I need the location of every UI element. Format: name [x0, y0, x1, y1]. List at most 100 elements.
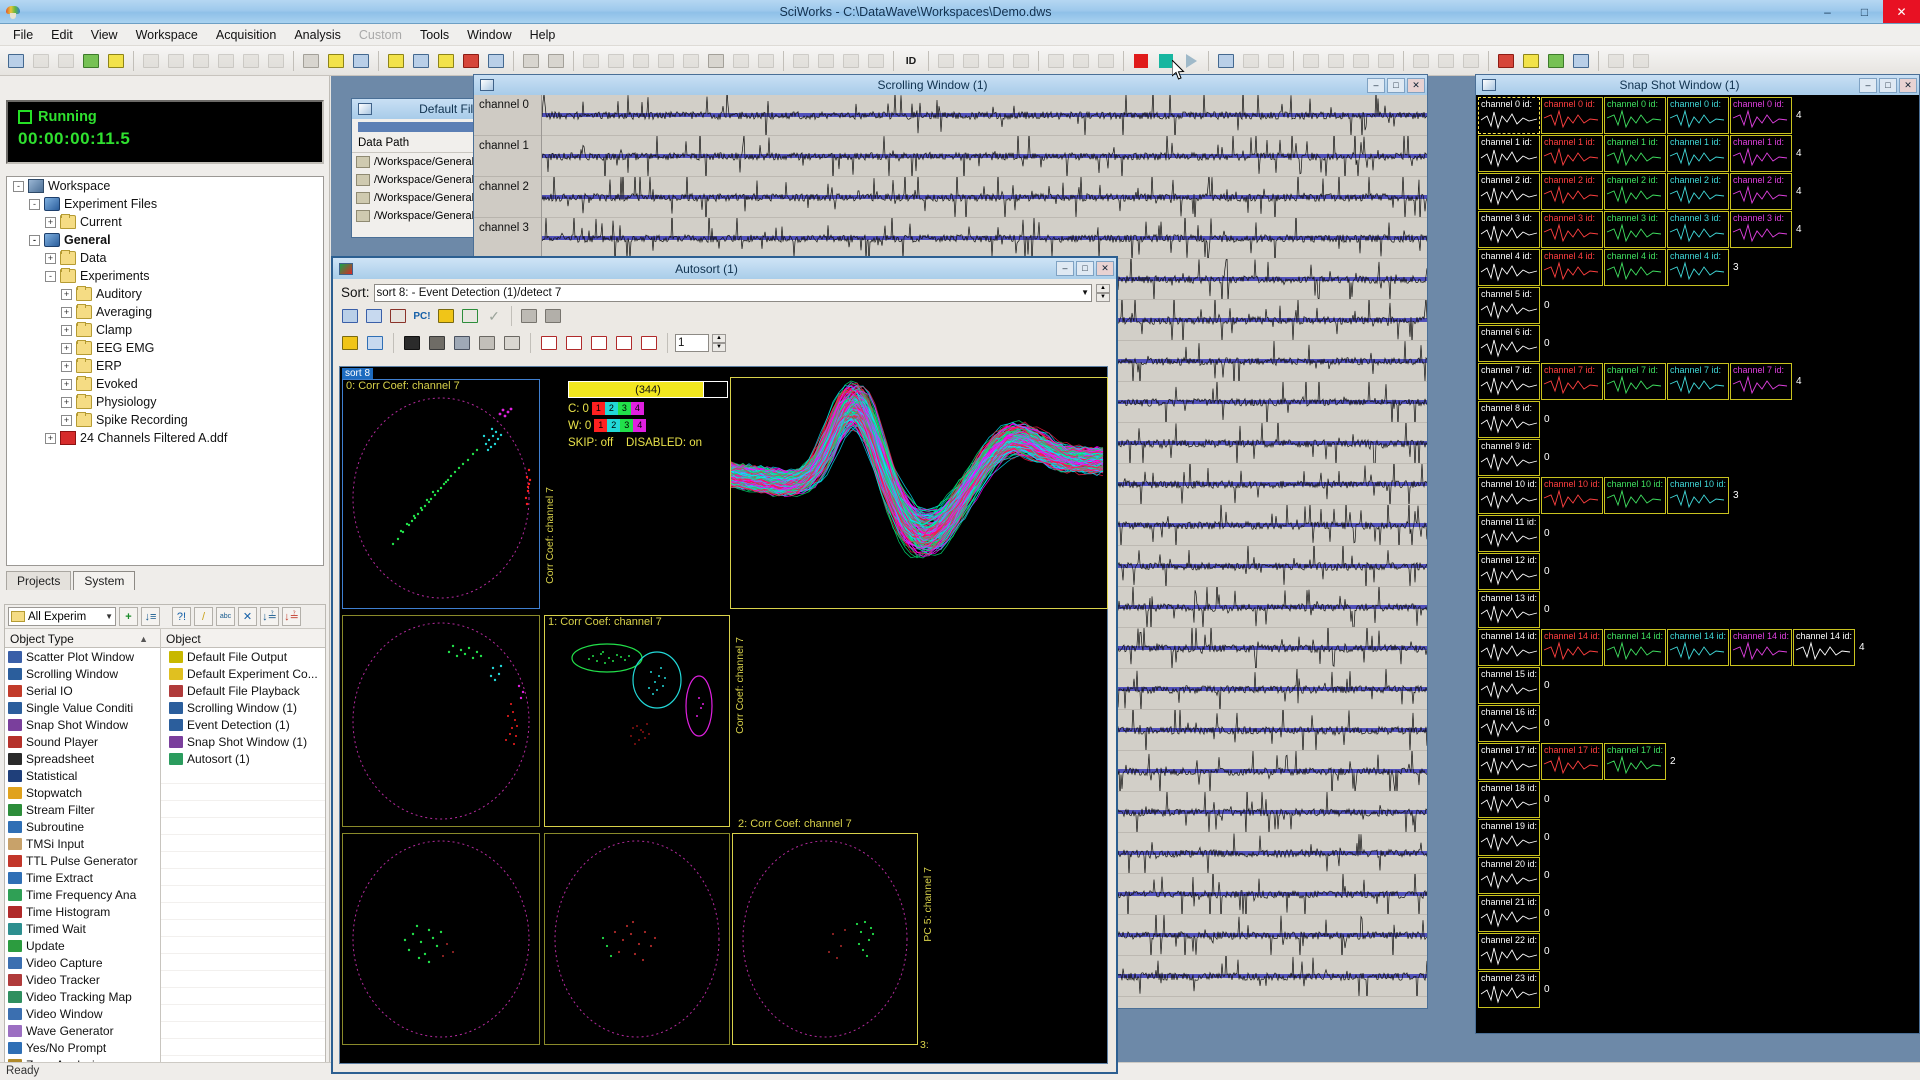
snapshot-grid[interactable]: channel 0 id: channel 0 id: channel 0 id: c…: [1476, 95, 1919, 1033]
object-type-row[interactable]: Time Extract: [5, 869, 160, 886]
tree-node-experiment-files[interactable]: - Experiment Files: [7, 195, 323, 213]
tree-expander-icon[interactable]: +: [61, 324, 72, 336]
autosort-window[interactable]: Autosort (1) – □ ✕ Sort: sort 8: - Event…: [331, 256, 1118, 1074]
object-type-row[interactable]: Sound Player: [5, 733, 160, 750]
object-row[interactable]: Default File Output: [161, 648, 325, 665]
toolbar-pulse2-icon[interactable]: [934, 49, 958, 73]
snapshot-row[interactable]: channel 4 id: channel 4 id: channel 4 id: c…: [1478, 249, 1917, 286]
snapshot-row[interactable]: channel 9 id: 0: [1478, 439, 1917, 476]
menu-file[interactable]: File: [4, 26, 42, 44]
toolbar-help-icon[interactable]: [324, 49, 348, 73]
autosort-minimize-button[interactable]: –: [1056, 261, 1074, 276]
legend-cluster-swatch-3[interactable]: 3: [620, 419, 634, 432]
snapshot-cell[interactable]: channel 8 id:: [1478, 401, 1540, 438]
toolbar-analysis2-icon[interactable]: [1324, 49, 1348, 73]
snapshot-cell[interactable]: channel 3 id:: [1541, 211, 1603, 248]
snapshot-cell[interactable]: channel 14 id:: [1478, 629, 1540, 666]
snapshot-cell[interactable]: channel 11 id:: [1478, 515, 1540, 552]
toolbar-zone-icon[interactable]: [1069, 49, 1093, 73]
toolbar-book-icon[interactable]: [1009, 49, 1033, 73]
tree-expander-icon[interactable]: +: [61, 306, 72, 318]
autosort-plot-canvas[interactable]: sort 8 0: Corr Coef: channel 7 Corr Coef…: [339, 366, 1108, 1064]
snapshot-cell[interactable]: channel 4 id:: [1604, 249, 1666, 286]
legend-cluster-swatch-2[interactable]: 2: [607, 419, 621, 432]
snapshot-cell[interactable]: channel 12 id:: [1478, 553, 1540, 590]
tree-expander-icon[interactable]: +: [45, 252, 56, 264]
object-row[interactable]: Default File Playback: [161, 682, 325, 699]
properties-button[interactable]: ?!: [172, 607, 191, 626]
autosort-count-field[interactable]: 1: [675, 334, 709, 352]
toolbar-copy-window-icon[interactable]: [54, 49, 78, 73]
snapshot-row[interactable]: channel 6 id: 0: [1478, 325, 1917, 362]
object-row[interactable]: Scrolling Window (1): [161, 699, 325, 716]
snapshot-row[interactable]: channel 8 id: 0: [1478, 401, 1917, 438]
tree-expander-icon[interactable]: -: [29, 198, 40, 210]
object-type-row[interactable]: Scatter Plot Window: [5, 648, 160, 665]
tree-expander-icon[interactable]: +: [61, 360, 72, 372]
tree-node-auditory[interactable]: + Auditory: [7, 285, 323, 303]
autosort-home-icon[interactable]: [339, 332, 361, 354]
autosort-cross-icon[interactable]: [387, 305, 409, 327]
toolbar-snapshot-icon[interactable]: [409, 49, 433, 73]
snapshot-cell[interactable]: channel 20 id:: [1478, 857, 1540, 894]
toolbar-newdoc-icon[interactable]: [104, 49, 128, 73]
snapshot-cell[interactable]: channel 14 id:: [1730, 629, 1792, 666]
snapshot-cell[interactable]: channel 1 id:: [1541, 135, 1603, 172]
toolbar-play-button[interactable]: [1179, 49, 1203, 73]
toolbar-table-icon[interactable]: [459, 49, 483, 73]
toolbar-out3-icon[interactable]: [1459, 49, 1483, 73]
toolbar-noise-icon[interactable]: [729, 49, 753, 73]
toolbar-misc4-icon[interactable]: [1569, 49, 1593, 73]
snapshot-cell[interactable]: channel 2 id:: [1541, 173, 1603, 210]
tree-node-spike-recording[interactable]: + Spike Recording: [7, 411, 323, 429]
snapshot-cell[interactable]: channel 10 id:: [1541, 477, 1603, 514]
autosort-wave3-icon[interactable]: [588, 332, 610, 354]
delete-object-button[interactable]: ✕: [238, 607, 257, 626]
snapshot-cell[interactable]: channel 5 id:: [1478, 287, 1540, 324]
snapshot-cell[interactable]: channel 17 id:: [1604, 743, 1666, 780]
toolbar-out1-icon[interactable]: [1409, 49, 1433, 73]
object-row[interactable]: Default Experiment Co...: [161, 665, 325, 682]
snapshot-cell[interactable]: channel 16 id:: [1478, 705, 1540, 742]
toolbar-analysis3-icon[interactable]: [1349, 49, 1373, 73]
autosort-grid-icon[interactable]: [339, 305, 361, 327]
toolbar-waveform-icon[interactable]: [579, 49, 603, 73]
toolbar-pulse-icon[interactable]: [789, 49, 813, 73]
snapshot-row[interactable]: channel 7 id: channel 7 id: channel 7 id: c…: [1478, 363, 1917, 400]
snapshot-cell[interactable]: channel 3 id:: [1478, 211, 1540, 248]
object-type-row[interactable]: Stopwatch: [5, 784, 160, 801]
edit-button[interactable]: /: [194, 607, 213, 626]
snapshot-row[interactable]: channel 10 id: channel 10 id: channel 10 i…: [1478, 477, 1917, 514]
snapshot-row[interactable]: channel 17 id: channel 17 id: channel 17 i…: [1478, 743, 1917, 780]
tree-node-evoked[interactable]: + Evoked: [7, 375, 323, 393]
toolbar-filter-icon[interactable]: [544, 49, 568, 73]
autosort-wave2-icon[interactable]: [563, 332, 585, 354]
toolbar-print-icon[interactable]: [299, 49, 323, 73]
autosort-scatter-icon[interactable]: [459, 305, 481, 327]
toolbar-stop-button[interactable]: [1129, 49, 1153, 73]
toolbar-record-icon[interactable]: [1239, 49, 1263, 73]
object-type-row[interactable]: Video Capture: [5, 954, 160, 971]
snapshot-cell[interactable]: channel 1 id:: [1604, 135, 1666, 172]
tree-node-workspace[interactable]: - Workspace: [7, 177, 323, 195]
autosort-panel5-icon[interactable]: [501, 332, 523, 354]
autosort-stop-icon[interactable]: [542, 305, 564, 327]
snapshot-row[interactable]: channel 21 id: 0: [1478, 895, 1917, 932]
snapshot-cell[interactable]: channel 3 id:: [1604, 211, 1666, 248]
autosort-close-button[interactable]: ✕: [1096, 261, 1114, 276]
snapshot-title-bar[interactable]: Snap Shot Window (1) – □ ✕: [1476, 75, 1919, 95]
toolbar-link-icon[interactable]: [264, 49, 288, 73]
object-type-row[interactable]: Video Tracking Map: [5, 988, 160, 1005]
autosort-count-spinner[interactable]: ▲ ▼: [712, 334, 726, 352]
sort-select[interactable]: sort 8: - Event Detection (1)/detect 7 ▼: [373, 283, 1092, 302]
sort-desc-button[interactable]: ↓≟: [282, 607, 301, 626]
snapshot-cell[interactable]: channel 0 id:: [1478, 97, 1540, 134]
object-type-header[interactable]: Object Type ▲: [5, 629, 160, 648]
sort-objects-button[interactable]: ↓≡: [141, 607, 160, 626]
toolbar-layers-icon[interactable]: [1094, 49, 1118, 73]
object-type-row[interactable]: TTL Pulse Generator: [5, 852, 160, 869]
autosort-wave1-icon[interactable]: [538, 332, 560, 354]
menu-acquisition[interactable]: Acquisition: [207, 26, 285, 44]
tree-expander-icon[interactable]: +: [61, 396, 72, 408]
toolbar-cut-icon[interactable]: [139, 49, 163, 73]
